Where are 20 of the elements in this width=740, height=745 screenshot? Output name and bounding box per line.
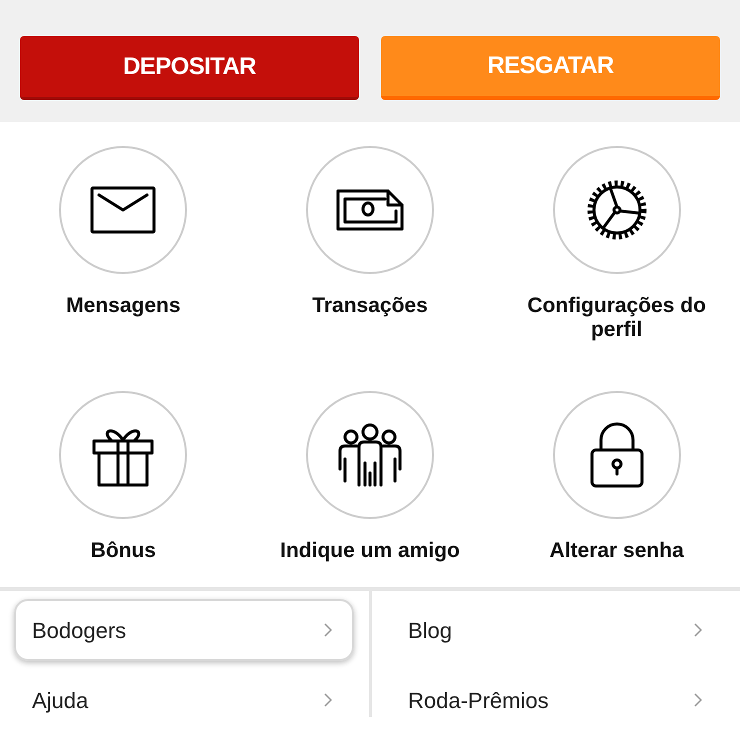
settings-icon — [584, 178, 649, 242]
chevron-icon — [324, 693, 332, 707]
lock-icon — [588, 422, 645, 488]
action-button[interactable]: DEPOSITAR — [20, 36, 359, 100]
envelope-icon — [90, 186, 156, 234]
banknote-icon — [336, 189, 404, 231]
shortcut-label: Bônus — [90, 538, 157, 562]
shortcut-label: Configurações do perfil — [526, 294, 707, 342]
chevron-icon — [694, 693, 702, 707]
chevron-icon — [324, 623, 332, 637]
shortcut-label: Indique um amigo — [279, 538, 461, 562]
menu-item[interactable]: Roda-Prêmios — [390, 669, 724, 731]
menu-item[interactable]: Blog — [390, 599, 724, 661]
shortcut-label: Alterar senha — [548, 538, 685, 562]
chevron-icon — [694, 623, 702, 637]
shortcut-label: Mensagens — [65, 294, 182, 318]
shortcut-label: Transações — [311, 294, 429, 318]
people-icon — [336, 422, 403, 486]
menu-item[interactable]: Ajuda — [14, 669, 354, 731]
menu-item[interactable]: Bodogers — [14, 599, 354, 661]
